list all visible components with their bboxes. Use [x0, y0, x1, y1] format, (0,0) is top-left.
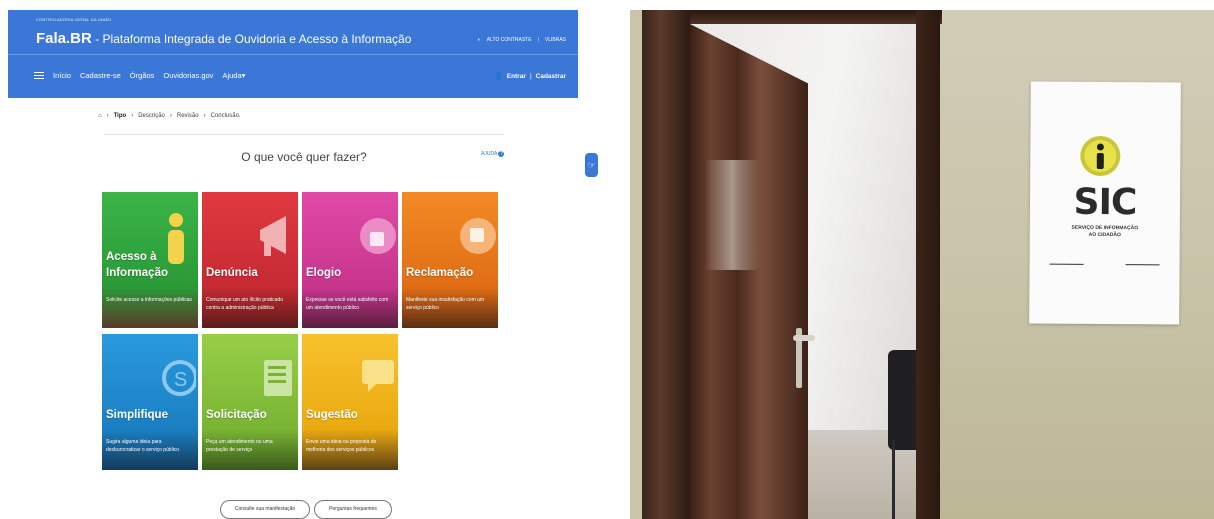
page-title: O que você quer fazer?: [241, 150, 367, 164]
door: [690, 24, 808, 519]
speech-bubble-icon: [362, 360, 394, 392]
contrast-icon[interactable]: ◐: [478, 37, 481, 43]
home-icon[interactable]: ⌂: [98, 113, 102, 119]
brand-title[interactable]: Fala.BR - Plataforma Integrada de Ouvido…: [36, 30, 411, 47]
nav-item-ouvidorias[interactable]: Ouvidorias.gov: [163, 71, 213, 80]
consulte-button[interactable]: Consulte sua manifestação: [220, 500, 310, 519]
tile-description: Comunique um ato ilícito praticado contr…: [206, 297, 283, 311]
tile-sugestao[interactable]: Sugestão Envie uma ideia ou proposta de …: [302, 334, 398, 470]
tile-title: Solicitação: [206, 409, 267, 421]
tile-title: Elogio: [306, 267, 342, 279]
tile-description: Peça um atendimento ou uma prestação de …: [206, 439, 273, 453]
help-icon: ?: [498, 151, 505, 157]
tile-title-line2: Informação: [106, 267, 168, 279]
tile-denuncia[interactable]: Denúncia Comunique um ato ilícito pratic…: [202, 192, 298, 328]
door-reflection: [705, 160, 760, 270]
sic-subtitle-2: AO CIDADÃO: [1088, 231, 1121, 239]
crumb-revisao: Revisão: [176, 113, 199, 119]
header-bar: CONTROLADORIA-GERAL DA UNIÃO Fala.BR - P…: [8, 10, 578, 98]
tile-title: Acesso à: [106, 251, 157, 263]
tile-title: Sugestão: [306, 409, 358, 421]
info-icon: [168, 213, 184, 264]
crumb-descricao: Descrição: [138, 113, 165, 119]
door-frame-right: [916, 10, 940, 519]
svg-text:S: S: [174, 369, 187, 391]
thumbs-up-icon: [360, 218, 396, 254]
hand-icon[interactable]: ☞: [585, 153, 598, 177]
crumb-sep: ›: [169, 113, 172, 119]
tile-description: Manifeste sua insatisfação com um serviç…: [406, 297, 485, 311]
tile-elogio[interactable]: Elogio Expresse se você está satisfeito …: [302, 192, 398, 328]
signature-line: [1049, 263, 1084, 265]
menu-icon[interactable]: [34, 72, 44, 79]
signature-line: [1125, 264, 1160, 266]
door-frame-left: [642, 10, 690, 519]
door-photo: SIC SERVIÇO DE INFORMAÇÃO AO CIDADÃO: [630, 10, 1214, 519]
gov-label: CONTROLADORIA-GERAL DA UNIÃO: [36, 17, 112, 22]
wall: [630, 10, 642, 519]
cadastrar-link[interactable]: Cadastrar: [536, 73, 566, 80]
tile-solicitacao[interactable]: Solicitação Peça um atendimento ou uma p…: [202, 334, 298, 470]
breadcrumb: ⌂ › Tipo › Descrição › Revisão › Conclus…: [98, 113, 241, 119]
tile-reclamacao[interactable]: Reclamação Manifeste sua insatisfação co…: [402, 192, 498, 328]
auth-links: 👤 Entrar | Cadastrar: [494, 72, 566, 81]
nav-item-orgaos[interactable]: Órgãos: [130, 71, 155, 80]
crumb-sep: ›: [203, 113, 206, 119]
info-icon: [1080, 135, 1121, 176]
nav-item-cadastre-se[interactable]: Cadastre-se: [80, 71, 121, 80]
form-icon: [264, 360, 292, 396]
tile-simplifique[interactable]: S Simplifique Sugira alguma ideia para d…: [102, 334, 198, 470]
tile-description: Envie uma ideia ou proposta de melhoria …: [306, 439, 377, 453]
tile-description: Expresse se você está satisfeito com um …: [306, 297, 389, 311]
megaphone-icon: [260, 216, 286, 256]
brand-logo-text: Fala.BR: [36, 30, 92, 47]
separator: |: [537, 37, 539, 43]
perguntas-button[interactable]: Perguntas frequentes: [314, 500, 392, 519]
sic-subtitle-1: SERVIÇO DE INFORMAÇÃO: [1071, 224, 1139, 232]
separator: |: [529, 72, 532, 80]
sic-title: SIC: [1073, 181, 1137, 224]
crumb-sep: ›: [131, 113, 134, 119]
alto-contraste-link[interactable]: ALTO CONTRASTE: [487, 37, 532, 43]
header-divider: [8, 54, 578, 55]
accessibility-links: ◐ ALTO CONTRASTE | VLIBRAS: [478, 37, 566, 43]
tile-title: Simplifique: [106, 409, 168, 421]
tile-description: Solicite acesso a informações públicas: [106, 297, 192, 303]
ajuda-label: AJUDA: [481, 151, 498, 157]
door-handle: [793, 335, 815, 341]
brand-subtitle: - Plataforma Integrada de Ouvidoria e Ac…: [91, 32, 412, 46]
chair-leg: [892, 440, 895, 519]
thumbs-down-icon: [460, 218, 496, 254]
simplifique-icon: S: [162, 360, 196, 396]
tile-description: Sugira alguma ideia para desburocratizar…: [106, 439, 180, 453]
divider: [104, 134, 504, 135]
nav-item-ajuda[interactable]: Ajuda▾: [222, 71, 245, 80]
nav-item-inicio[interactable]: Início: [53, 71, 71, 80]
tile-title: Denúncia: [206, 267, 258, 279]
entrar-link[interactable]: Entrar: [507, 73, 526, 80]
crumb-conclusao: Conclusão.: [210, 113, 241, 119]
falabr-screenshot: CONTROLADORIA-GERAL DA UNIÃO Fala.BR - P…: [8, 10, 578, 519]
ajuda-link[interactable]: AJUDA ?: [481, 151, 505, 157]
user-icon: 👤: [494, 73, 503, 80]
tile-acesso-informacao[interactable]: Acesso à Informação Solicite acesso a in…: [102, 192, 198, 328]
crumb-sep: ›: [106, 113, 109, 119]
chair: [888, 350, 916, 450]
crumb-tipo: Tipo: [113, 113, 127, 119]
tile-title: Reclamação: [406, 267, 474, 279]
vlibras-link[interactable]: VLIBRAS: [545, 37, 566, 43]
main-nav: Início Cadastre-se Órgãos Ouvidorias.gov…: [34, 71, 245, 80]
sic-poster: SIC SERVIÇO DE INFORMAÇÃO AO CIDADÃO: [1029, 81, 1181, 325]
